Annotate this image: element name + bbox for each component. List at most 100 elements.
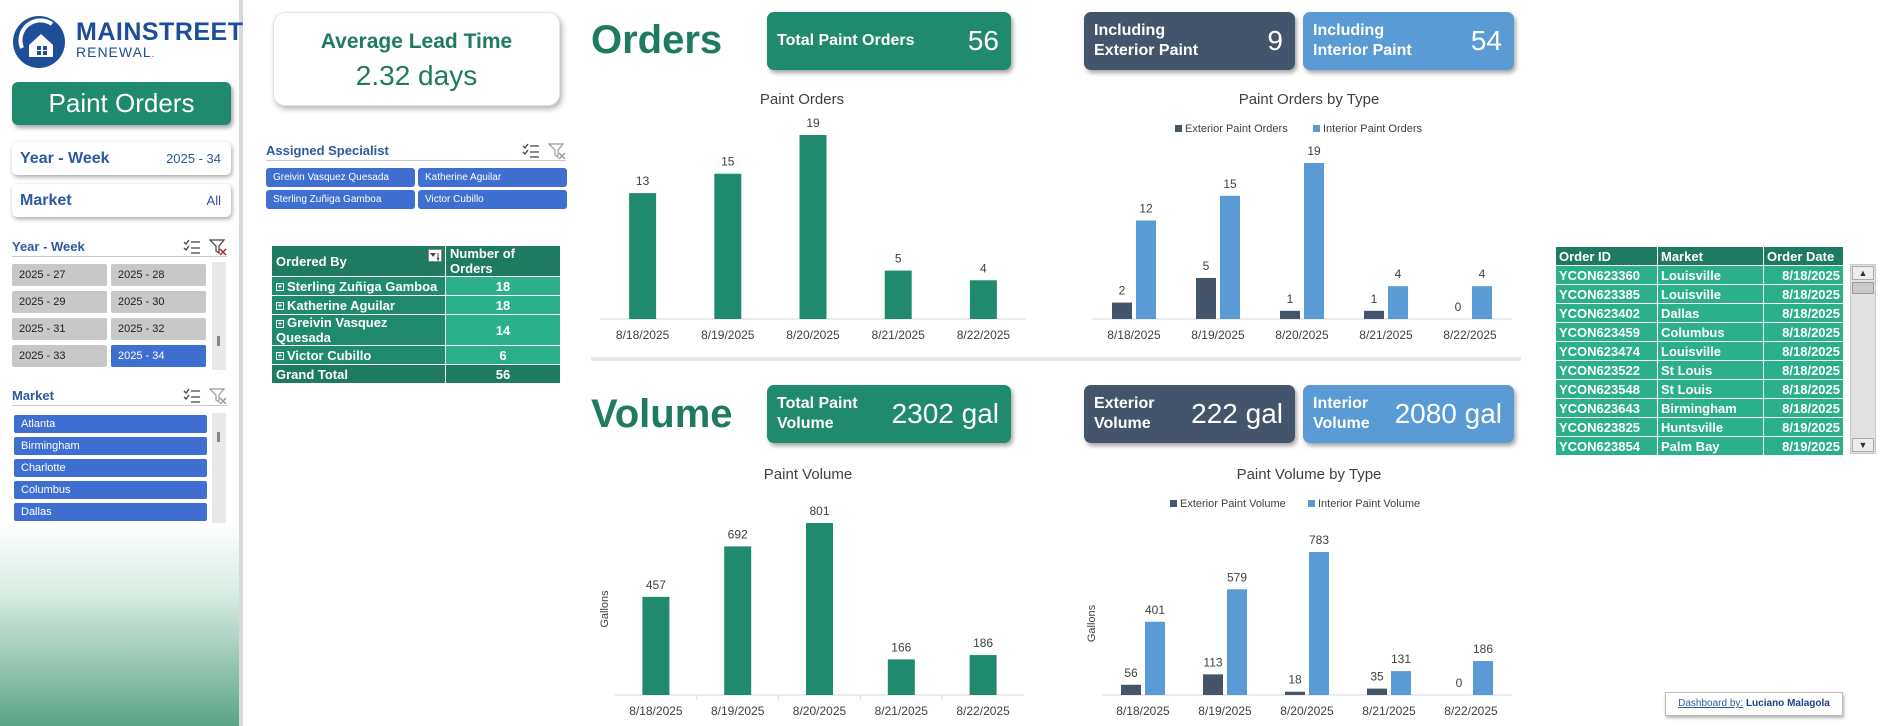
data-label: 186 (973, 636, 993, 650)
column-header-market[interactable]: Market (1657, 246, 1764, 266)
bar[interactable] (806, 523, 833, 695)
expand-icon[interactable]: + (276, 283, 284, 292)
bar[interactable] (1285, 691, 1305, 695)
clear-filter-icon[interactable] (209, 238, 227, 255)
x-tick-label: 8/22/2025 (957, 328, 1011, 342)
column-header-order-id[interactable]: Order ID (1555, 246, 1658, 266)
market-slicer-scrollbar[interactable] (212, 413, 226, 523)
expand-icon[interactable]: + (276, 319, 284, 328)
slicer-item-2025-32[interactable]: 2025 - 32 (111, 318, 206, 340)
legend-label: Exterior Paint Volume (1180, 498, 1286, 510)
filter-dropdown-icon[interactable] (428, 249, 442, 262)
table-row[interactable]: YCON623385 Louisville 8/18/2025 (1555, 284, 1844, 304)
table-row[interactable]: YCON623402 Dallas 8/18/2025 (1555, 303, 1844, 323)
table-row[interactable]: YCON623474 Louisville 8/18/2025 (1555, 341, 1844, 361)
order-id-cell: YCON623385 (1555, 284, 1658, 304)
specialist-item-greivin[interactable]: Greivin Vasquez Quesada (266, 168, 415, 187)
bar[interactable] (969, 655, 997, 695)
brand-subname: RENEWAL. (76, 44, 156, 60)
chart-title: Paint Volume (764, 466, 852, 483)
slicer-item-2025-27[interactable]: 2025 - 27 (12, 264, 107, 286)
expand-icon[interactable]: + (276, 352, 284, 361)
chart-title: Paint Orders (760, 91, 844, 108)
expand-icon[interactable]: + (276, 302, 284, 311)
bar[interactable] (1112, 302, 1132, 319)
bar[interactable] (884, 270, 912, 319)
clear-filter-icon[interactable] (209, 387, 227, 404)
clear-filter-icon[interactable] (548, 142, 566, 159)
bar[interactable] (1227, 589, 1247, 695)
bar[interactable] (799, 135, 827, 319)
x-tick-label: 8/21/2025 (872, 328, 926, 342)
data-label: 692 (728, 527, 748, 541)
y-axis-label: Gallons (1086, 604, 1098, 642)
scroll-thumb[interactable] (1852, 282, 1874, 294)
bar[interactable] (1367, 688, 1387, 695)
year-week-slicer-header: Year - Week (12, 237, 227, 257)
scroll-up-icon[interactable]: ▲ (1852, 266, 1874, 280)
order-id-cell: YCON623402 (1555, 303, 1658, 323)
bar[interactable] (1196, 277, 1216, 319)
bar[interactable] (1220, 195, 1240, 319)
slicer-item-2025-33[interactable]: 2025 - 33 (12, 345, 107, 367)
market-item-dallas[interactable]: Dallas (14, 503, 207, 521)
slicer-item-2025-34[interactable]: 2025 - 34 (111, 345, 206, 367)
bar[interactable] (1391, 671, 1411, 695)
column-header-order-date[interactable]: Order Date (1763, 246, 1844, 266)
table-row: + Sterling Zuñiga Gamboa 18 (271, 276, 561, 296)
specialist-item-victor[interactable]: Victor Cubillo (418, 190, 567, 209)
market-slicer: Atlanta Birmingham Charlotte Columbus Da… (14, 415, 207, 521)
bar[interactable] (1280, 310, 1300, 319)
bar[interactable] (1203, 674, 1223, 695)
bar[interactable] (887, 659, 915, 695)
bar[interactable] (1121, 684, 1141, 695)
market-cell: Palm Bay (1657, 436, 1764, 456)
bar[interactable] (1388, 286, 1408, 319)
dashboard-credit[interactable]: Dashboard by: Luciano Malagola (1665, 692, 1843, 716)
multi-select-icon[interactable] (183, 239, 201, 255)
bar[interactable] (969, 280, 997, 319)
bar[interactable] (1136, 220, 1156, 319)
slicer-item-2025-28[interactable]: 2025 - 28 (111, 264, 206, 286)
bar[interactable] (1473, 661, 1493, 695)
bar[interactable] (629, 193, 657, 319)
table-row[interactable]: YCON623643 Birmingham 8/18/2025 (1555, 398, 1844, 418)
table-row[interactable]: YCON623522 St Louis 8/18/2025 (1555, 360, 1844, 380)
data-label: 13 (636, 174, 650, 188)
specialist-item-katherine[interactable]: Katherine Aguilar (418, 168, 567, 187)
order-date-cell: 8/18/2025 (1763, 398, 1844, 418)
table-row[interactable]: YCON623548 St Louis 8/18/2025 (1555, 379, 1844, 399)
scroll-thumb[interactable] (217, 336, 220, 346)
multi-select-icon[interactable] (183, 388, 201, 404)
market-item-charlotte[interactable]: Charlotte (14, 459, 207, 477)
slicer-item-2025-31[interactable]: 2025 - 31 (12, 318, 107, 340)
multi-select-icon[interactable] (522, 143, 540, 159)
market-item-columbus[interactable]: Columbus (14, 481, 207, 499)
market-item-atlanta[interactable]: Atlanta (14, 415, 207, 433)
table-row[interactable]: YCON623459 Columbus 8/18/2025 (1555, 322, 1844, 342)
slicer-item-2025-29[interactable]: 2025 - 29 (12, 291, 107, 313)
bar[interactable] (724, 546, 752, 695)
bar[interactable] (1304, 163, 1324, 319)
order-list-scrollbar[interactable]: ▲ ▼ (1850, 264, 1876, 454)
slicer-item-2025-30[interactable]: 2025 - 30 (111, 291, 206, 313)
bar[interactable] (642, 596, 670, 695)
table-row[interactable]: YCON623854 Palm Bay 8/19/2025 (1555, 436, 1844, 456)
bar[interactable] (714, 173, 742, 319)
x-tick-label: 8/18/2025 (1116, 704, 1170, 718)
column-header-ordered-by[interactable]: Ordered By (271, 245, 446, 277)
bar[interactable] (1145, 621, 1165, 695)
specialist-item-sterling[interactable]: Sterling Zuñiga Gamboa (266, 190, 415, 209)
x-tick-label: 8/18/2025 (1107, 328, 1161, 342)
market-item-birmingham[interactable]: Birmingham (14, 437, 207, 455)
scroll-thumb[interactable] (217, 432, 220, 442)
data-label: 186 (1473, 642, 1493, 656)
column-header-number-of-orders[interactable]: Number of Orders (445, 245, 561, 277)
bar[interactable] (1364, 310, 1384, 319)
bar[interactable] (1472, 286, 1492, 319)
bar[interactable] (1309, 552, 1329, 695)
year-week-slicer-scrollbar[interactable] (212, 262, 226, 370)
table-row[interactable]: YCON623360 Louisville 8/18/2025 (1555, 265, 1844, 285)
scroll-down-icon[interactable]: ▼ (1852, 438, 1874, 452)
table-row[interactable]: YCON623825 Huntsville 8/19/2025 (1555, 417, 1844, 437)
